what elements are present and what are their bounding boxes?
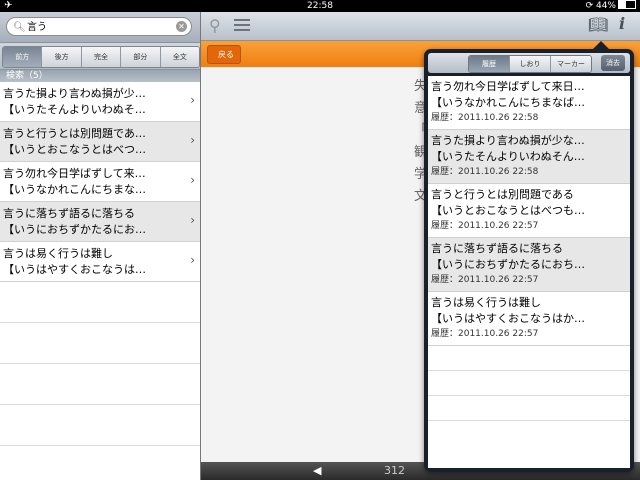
history-date: 履歴：2011.10.26 22:57 [431,275,539,285]
result-reading: 【いうなかれこんにちまな… [3,183,146,196]
result-reading: 【いうたそんよりいわぬそ… [3,103,146,116]
result-title: 言うは易く行うは難し [3,247,113,260]
back-button[interactable]: 戻る [207,45,241,64]
empty-row [0,282,200,323]
history-date: 履歴：2011.10.26 22:57 [431,221,539,231]
page-number: 312 [384,464,405,477]
results-header: 検索（5） [0,70,200,82]
list-item[interactable]: 言うは易く行うは難し 【いうはやすくおこなうは… › [0,242,200,282]
history-title: 言うた損より言わぬ損が少な… [431,134,585,147]
empty-row [0,364,200,405]
clear-icon[interactable]: ✕ [176,21,187,32]
search-bar: 🔍︎ 言う ✕ [0,12,200,43]
history-item[interactable]: 言うと行うとは別問題である 【いうとおこなうとはべつも… 履歴：2011.10.… [428,184,630,238]
scope-partial[interactable]: 部分 [121,47,161,67]
history-title: 言うと行うとは別問題である [431,188,574,201]
search-input[interactable]: 🔍︎ 言う ✕ [6,17,192,36]
results-list: 言うた損より言わぬ損が少… 【いうたそんよりいわぬそ… › 言うと行うとは別問題… [0,82,200,446]
scope-segmented-control: 前方 後方 完全 部分 全文 [2,46,200,68]
info-icon[interactable]: i [619,14,625,33]
empty-row [428,371,630,396]
history-list: 言う勿れ今日学ばずして来日… 【いうなかれこんにちまなば… 履歴：2011.10… [428,76,630,468]
search-query: 言う [27,22,47,33]
scope-forward[interactable]: 前方 [3,47,43,67]
previous-page-icon[interactable]: ◀ [313,462,321,480]
battery-percent: 44% [595,1,616,11]
history-popover: 履歴 しおり マーカー 消去 言う勿れ今日学ばずして来日… 【いうなかれこんにち… [424,41,634,472]
history-item[interactable]: 言うに落ちず語るに落ちる 【いうにおちずかたるにおち… 履歴：2011.10.2… [428,238,630,292]
search-icon[interactable]: ⚲ [209,16,221,35]
history-item[interactable]: 言うた損より言わぬ損が少な… 【いうたそんよりいわぬそん… 履歴：2011.10… [428,130,630,184]
popover-header: 履歴 しおり マーカー 消去 [428,53,630,73]
chevron-right-icon: › [190,93,195,107]
empty-row [428,346,630,371]
list-item[interactable]: 言うに落ちず語るに落ちる 【いうにおちずかたるにお… › [0,202,200,242]
search-icon: 🔍︎ [13,22,26,33]
top-toolbar: ⚲ 📖︎ i [201,12,640,41]
tab-bookmarks[interactable]: しおり [510,56,551,72]
rotation-lock-icon: ⟳ [585,1,594,11]
scope-bar: 前方 後方 完全 部分 全文 [0,43,200,70]
history-reading: 【いうとおこなうとはべつも… [431,204,585,217]
list-item[interactable]: 言うた損より言わぬ損が少… 【いうたそんよりいわぬそ… › [0,82,200,122]
list-icon[interactable] [234,19,250,34]
chevron-right-icon: › [190,253,195,267]
battery-indicator: ⟳ 44% [586,0,636,12]
chevron-right-icon: › [190,213,195,227]
history-date: 履歴：2011.10.26 22:57 [431,329,539,339]
clock: 22:58 [307,1,333,11]
result-reading: 【いうにおちずかたるにお… [3,223,146,236]
history-reading: 【いうたそんよりいわぬそん… [431,150,585,163]
result-title: 言うと行うとは別問題であ… [3,127,146,140]
scope-backward[interactable]: 後方 [42,47,82,67]
result-title: 言うた損より言わぬ損が少… [3,87,146,100]
scope-fulltext[interactable]: 全文 [160,47,199,67]
result-reading: 【いうはやすくおこなうは… [3,263,146,276]
result-title: 言う勿れ今日学ばずして来… [3,167,146,180]
tab-history[interactable]: 履歴 [469,56,510,72]
clear-button[interactable]: 消去 [601,55,625,71]
popover-tabs: 履歴 しおり マーカー [468,55,592,73]
history-reading: 【いうなかれこんにちまなば… [431,96,585,109]
list-item[interactable]: 言うと行うとは別問題であ… 【いうとおこなうとはべつ… › [0,122,200,162]
history-item[interactable]: 言うは易く行うは難し 【いうはやすくおこなうはか… 履歴：2011.10.26 … [428,292,630,346]
tab-markers[interactable]: マーカー [551,56,591,72]
result-reading: 【いうとおこなうとはべつ… [3,143,146,156]
history-date: 履歴：2011.10.26 22:58 [431,113,539,123]
history-title: 言うに落ちず語るに落ちる [431,242,563,255]
history-title: 言う勿れ今日学ばずして来日… [431,80,585,93]
battery-icon [618,0,636,9]
history-reading: 【いうはやすくおこなうはか… [431,312,585,325]
chevron-right-icon: › [190,173,195,187]
history-title: 言うは易く行うは難し [431,296,541,309]
search-panel: 🔍︎ 言う ✕ 前方 後方 完全 部分 全文 検索（5） 言うた損より言わぬ損が… [0,12,201,480]
empty-row [0,405,200,446]
list-item[interactable]: 言う勿れ今日学ばずして来… 【いうなかれこんにちまな… › [0,162,200,202]
history-reading: 【いうにおちずかたるにおち… [431,258,585,271]
history-item[interactable]: 言う勿れ今日学ばずして来日… 【いうなかれこんにちまなば… 履歴：2011.10… [428,76,630,130]
result-title: 言うに落ちず語るに落ちる [3,207,135,220]
book-icon[interactable]: 📖︎ [588,15,608,34]
history-date: 履歴：2011.10.26 22:58 [431,167,539,177]
chevron-right-icon: › [190,133,195,147]
scope-exact[interactable]: 完全 [81,47,122,67]
status-bar: ✈ 22:58 ⟳ 44% [0,0,640,12]
empty-row [428,396,630,421]
empty-row [0,323,200,364]
